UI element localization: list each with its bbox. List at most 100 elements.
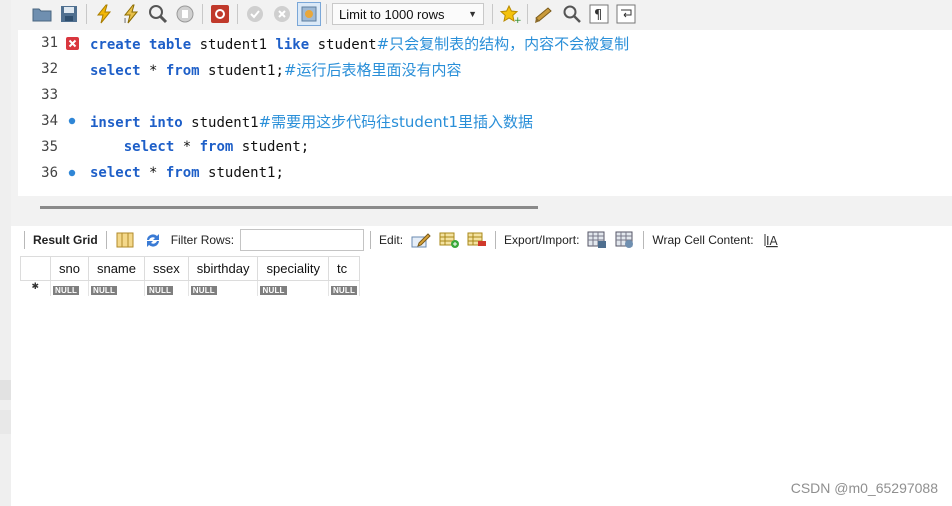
word-wrap-icon[interactable] [614, 2, 638, 26]
edit-row-icon[interactable] [410, 230, 432, 250]
form-editor-icon[interactable] [114, 230, 136, 250]
toggle-error-icon[interactable] [208, 2, 232, 26]
line-number: 31 [41, 35, 58, 51]
code-line[interactable]: 31 create table student1 like student#只会复… [18, 30, 952, 56]
grid-cell[interactable]: NULL [88, 280, 146, 296]
code-line[interactable]: 36 select * from student1; [18, 160, 952, 186]
result-toolbar: Result Grid Filter Rows: Edit: Export/Im… [20, 228, 952, 252]
code-line[interactable]: 35 select * from student; [18, 134, 952, 160]
sidebar-tab[interactable] [0, 410, 11, 434]
explain-icon[interactable] [146, 2, 170, 26]
delete-row-icon[interactable] [466, 230, 488, 250]
sql-keyword: from [165, 165, 209, 181]
null-badge: NULL [190, 286, 217, 295]
error-marker-icon [64, 36, 80, 50]
export-icon[interactable] [586, 230, 608, 250]
toolbar-separator [492, 4, 493, 24]
null-badge: NULL [147, 286, 174, 295]
limit-rows-select[interactable]: Limit to 1000 rows ▼ [332, 3, 484, 25]
toolbar-separator [643, 231, 645, 249]
sql-comment: #运行后表格里面没有内容 [283, 60, 462, 79]
svg-text:+: + [514, 16, 521, 24]
save-icon[interactable] [57, 2, 81, 26]
code-line[interactable]: 32 select * from student1;#运行后表格里面没有内容 [18, 56, 952, 82]
marker-gutter [64, 88, 80, 102]
limit-rows-label: Limit to 1000 rows [339, 6, 445, 22]
sql-text: student1; [208, 62, 284, 79]
invisible-characters-icon[interactable]: ¶ [587, 2, 611, 26]
refresh-icon[interactable] [142, 230, 164, 250]
code-text: select * from student; [90, 139, 309, 155]
null-badge: NULL [260, 286, 287, 295]
autocommit-icon[interactable] [297, 2, 321, 26]
wrap-cell-icon[interactable]: IA [761, 230, 783, 250]
commit-icon[interactable] [243, 2, 267, 26]
open-folder-icon[interactable] [30, 2, 54, 26]
sql-keyword: insert into [90, 114, 192, 131]
sql-keyword: select [90, 165, 150, 181]
code-line[interactable]: 34 insert into student1#需要用这步代码往student1里… [18, 108, 952, 134]
marker-gutter [64, 62, 80, 76]
sql-keyword: create table [90, 36, 200, 53]
column-header-sname[interactable]: sname [87, 256, 146, 281]
code-text: create table student1 like student#只会复制表… [90, 33, 629, 54]
column-header-speciality[interactable]: speciality [257, 256, 329, 281]
rollback-icon[interactable] [270, 2, 294, 26]
column-header-ssex[interactable]: ssex [144, 256, 189, 281]
line-number: 34 [41, 113, 58, 129]
beautify-icon[interactable] [533, 2, 557, 26]
null-badge: NULL [330, 286, 358, 295]
new-row-marker: ✱ [20, 280, 51, 296]
left-sidebar-strip [0, 0, 11, 506]
null-badge: NULL [90, 286, 118, 295]
sql-text: student1 [199, 36, 276, 53]
toolbar-separator [86, 4, 87, 24]
filter-rows-label: Filter Rows: [170, 233, 235, 247]
result-grid-tab[interactable]: Result Grid [33, 233, 98, 247]
marker-gutter [64, 140, 80, 154]
toolbar-separator [527, 4, 528, 24]
sidebar-tab[interactable] [0, 380, 11, 400]
statement-dot-icon [64, 114, 80, 128]
stop-icon[interactable] [173, 2, 197, 26]
horizontal-scrollbar[interactable] [40, 206, 538, 209]
toolbar-separator [202, 4, 203, 24]
sql-text: student1; [208, 165, 284, 181]
null-badge: NULL [53, 286, 80, 295]
grid-cell[interactable]: NULL [144, 280, 189, 296]
toolbar-separator [326, 4, 327, 24]
sql-keyword: select [123, 139, 183, 155]
sql-text: * [149, 165, 166, 181]
table-row[interactable]: ✱ NULL NULL NULL NULL NULL NULL [20, 280, 361, 296]
sql-keyword: from [165, 62, 209, 79]
code-line[interactable]: 33 [18, 82, 952, 108]
execute-icon[interactable] [92, 2, 116, 26]
favorite-icon[interactable]: + [498, 2, 522, 26]
sql-keyword: from [199, 139, 242, 155]
svg-text:¶: ¶ [594, 8, 602, 23]
import-icon[interactable] [614, 230, 636, 250]
sql-text: * [149, 62, 166, 79]
result-grid[interactable]: sno sname ssex sbirthday speciality tc ✱ NULL… [20, 256, 361, 296]
code-text: select * from student1;#运行后表格里面没有内容 [90, 59, 461, 80]
insert-row-icon[interactable] [438, 230, 460, 250]
toolbar-separator [370, 231, 372, 249]
find-icon[interactable] [560, 2, 584, 26]
sql-code-editor[interactable]: 31 create table student1 like student#只会复… [18, 30, 952, 196]
filter-rows-input[interactable] [240, 229, 365, 251]
workbench-window: I Limit to 1000 rows ▼ + ¶ 31 create tab… [0, 0, 952, 506]
grid-cell[interactable]: NULL [257, 280, 329, 296]
edit-label: Edit: [379, 233, 404, 247]
svg-text:I: I [124, 17, 126, 24]
grid-cell[interactable]: NULL [188, 280, 259, 296]
column-header-tc[interactable]: tc [327, 256, 361, 281]
column-header-sno[interactable]: sno [50, 256, 89, 281]
line-number: 36 [41, 165, 58, 181]
column-header-sbirthday[interactable]: sbirthday [187, 256, 259, 281]
sql-keyword: select [90, 62, 150, 79]
grid-cell[interactable]: NULL [328, 280, 361, 296]
sql-text: student [317, 36, 377, 53]
grid-cell[interactable]: NULL [50, 280, 89, 296]
execute-current-icon[interactable]: I [119, 2, 143, 26]
